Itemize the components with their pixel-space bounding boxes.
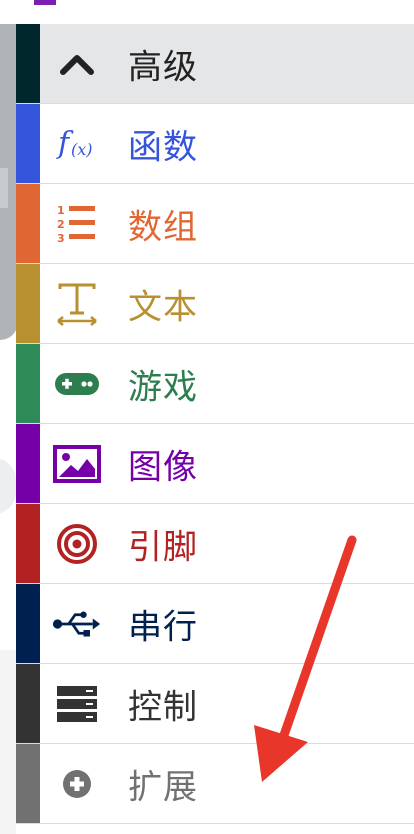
- server-icon: [52, 679, 102, 729]
- category-color-bar: [16, 744, 40, 823]
- category-arrays[interactable]: 1 2 3 数组: [16, 184, 414, 264]
- category-label: 高级: [128, 47, 198, 87]
- workspace-edge: [0, 650, 16, 834]
- svg-text:(x): (x): [71, 140, 93, 159]
- image-icon: [52, 439, 102, 489]
- chevron-up-icon: [52, 39, 102, 89]
- category-color-bar: [16, 344, 40, 423]
- plus-circle-icon: [52, 759, 102, 809]
- previous-category-strip: [16, 0, 414, 25]
- category-color-bar: [16, 664, 40, 743]
- usb-icon: [52, 599, 102, 649]
- target-icon: [52, 519, 102, 569]
- function-icon: f (x): [52, 119, 102, 169]
- text-icon: [52, 279, 102, 329]
- toolbox-screen: 高级 f (x) 函数 1 2 3 数组 文本 游戏 图像 引脚 串行 控制 扩…: [0, 0, 414, 834]
- category-text[interactable]: 文本: [16, 264, 414, 344]
- svg-text:2: 2: [57, 218, 65, 231]
- category-label: 文本: [128, 287, 198, 327]
- category-label: 控制: [128, 687, 198, 727]
- category-color-bar: [16, 264, 40, 343]
- category-pins[interactable]: 引脚: [16, 504, 414, 584]
- category-color-bar: [16, 504, 40, 583]
- svg-text:3: 3: [57, 232, 65, 245]
- list-numbered-icon: 1 2 3: [52, 199, 102, 249]
- category-color-bar: [16, 24, 40, 103]
- category-control[interactable]: 控制: [16, 664, 414, 744]
- category-color-bar: [16, 584, 40, 663]
- category-serial[interactable]: 串行: [16, 584, 414, 664]
- gamepad-icon: [52, 359, 102, 409]
- category-game[interactable]: 游戏: [16, 344, 414, 424]
- category-advanced[interactable]: 高级: [16, 24, 414, 104]
- collapse-handle[interactable]: [0, 168, 8, 208]
- scroll-indicator: [0, 458, 16, 514]
- category-functions[interactable]: f (x) 函数: [16, 104, 414, 184]
- category-images[interactable]: 图像: [16, 424, 414, 504]
- category-extensions[interactable]: 扩展: [16, 744, 414, 824]
- category-label: 扩展: [128, 767, 198, 807]
- category-label: 引脚: [128, 527, 198, 567]
- category-label: 函数: [128, 127, 198, 167]
- previous-category-color: [34, 0, 56, 5]
- category-label: 串行: [128, 607, 198, 647]
- category-label: 游戏: [128, 367, 198, 407]
- toolbox-category-list: 高级 f (x) 函数 1 2 3 数组 文本 游戏 图像 引脚 串行 控制 扩…: [16, 24, 414, 824]
- category-label: 图像: [128, 447, 198, 487]
- category-label: 数组: [128, 207, 198, 247]
- category-color-bar: [16, 104, 40, 183]
- category-color-bar: [16, 184, 40, 263]
- svg-text:1: 1: [57, 204, 65, 217]
- category-color-bar: [16, 424, 40, 503]
